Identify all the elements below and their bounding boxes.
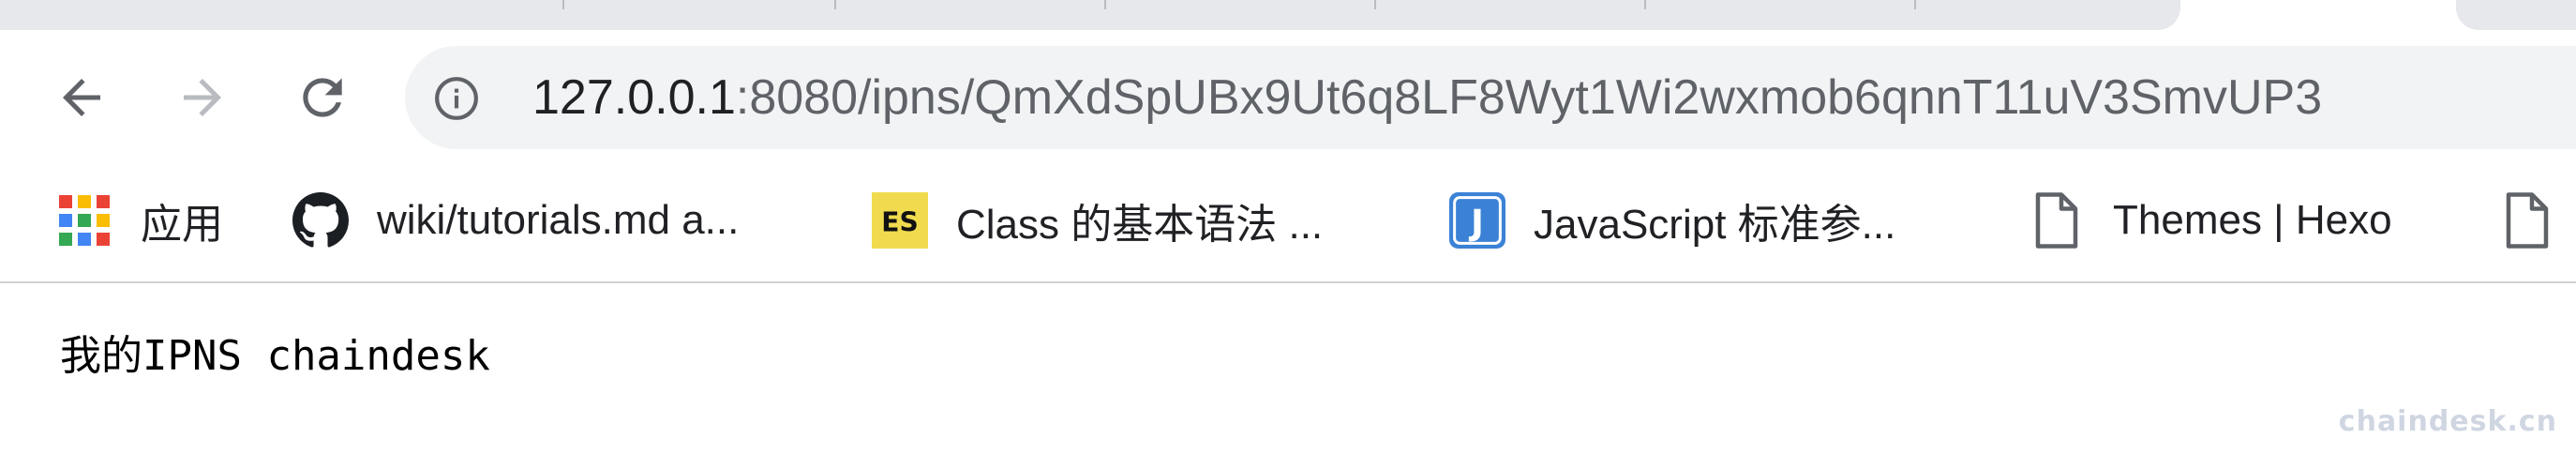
bookmark-label: Themes | Hexo	[2113, 197, 2392, 243]
page-body-text: 我的IPNS chaindesk	[60, 332, 490, 380]
tab-strip	[0, 0, 2576, 30]
bookmark-label: 应用	[141, 202, 223, 248]
tab-separator	[834, 0, 836, 9]
arrow-right-icon	[184, 79, 221, 116]
apps-grid-icon	[56, 192, 112, 249]
es-badge-text: ES	[881, 206, 918, 237]
url-path: :8080/ipns/QmXdSpUBx9Ut6q8LF8Wyt1Wi2wxmo…	[735, 70, 2323, 125]
bookmark-apps[interactable]: 应用	[56, 188, 223, 253]
tab-separator	[1374, 0, 1376, 9]
tab-separator	[1644, 0, 1646, 9]
address-bar[interactable]: 127.0.0.1:8080/ipns/QmXdSpUBx9Ut6q8LF8Wy…	[405, 46, 2576, 149]
bookmark-es-class[interactable]: ES Class 的基本语法 ...	[872, 188, 1323, 253]
forward-button[interactable]	[170, 65, 235, 130]
inactive-tab-right[interactable]	[2456, 0, 2576, 30]
tab-separator	[562, 0, 564, 9]
reload-icon	[303, 78, 342, 117]
bookmark-overflow-page[interactable]	[2499, 188, 2555, 253]
info-icon[interactable]	[433, 75, 480, 122]
j-badge-text: J	[1468, 202, 1484, 243]
page-icon	[2499, 192, 2555, 249]
url-host: 127.0.0.1	[532, 70, 736, 125]
page-icon	[2029, 192, 2085, 249]
inactive-tabs[interactable]	[0, 0, 2180, 30]
j-badge-icon: J	[1449, 192, 1505, 249]
tab-separator	[1914, 0, 1916, 9]
bookmark-javascript-reference[interactable]: J JavaScript 标准参...	[1449, 188, 1895, 253]
bookmark-label: Class 的基本语法 ...	[956, 202, 1324, 248]
github-icon	[292, 192, 349, 249]
tab-separator	[1104, 0, 1106, 9]
back-button[interactable]	[49, 65, 114, 130]
arrow-left-icon	[63, 79, 100, 116]
reload-button[interactable]	[290, 65, 355, 130]
es-badge-icon: ES	[872, 192, 928, 249]
bookmark-label: wiki/tutorials.md a...	[377, 197, 740, 243]
bookmark-github-wiki[interactable]: wiki/tutorials.md a...	[292, 188, 739, 253]
bookmark-label: JavaScript 标准参...	[1534, 202, 1896, 248]
url-text[interactable]: 127.0.0.1:8080/ipns/QmXdSpUBx9Ut6q8LF8Wy…	[532, 46, 2322, 149]
watermark: chaindesk.cn	[2338, 405, 2557, 438]
bookmarks-bar: 应用 wiki/tutorials.md a... ES Class 的基本语法…	[0, 171, 2576, 283]
toolbar: 127.0.0.1:8080/ipns/QmXdSpUBx9Ut6q8LF8Wy…	[0, 30, 2576, 171]
bookmark-hexo-themes[interactable]: Themes | Hexo	[2029, 188, 2392, 253]
